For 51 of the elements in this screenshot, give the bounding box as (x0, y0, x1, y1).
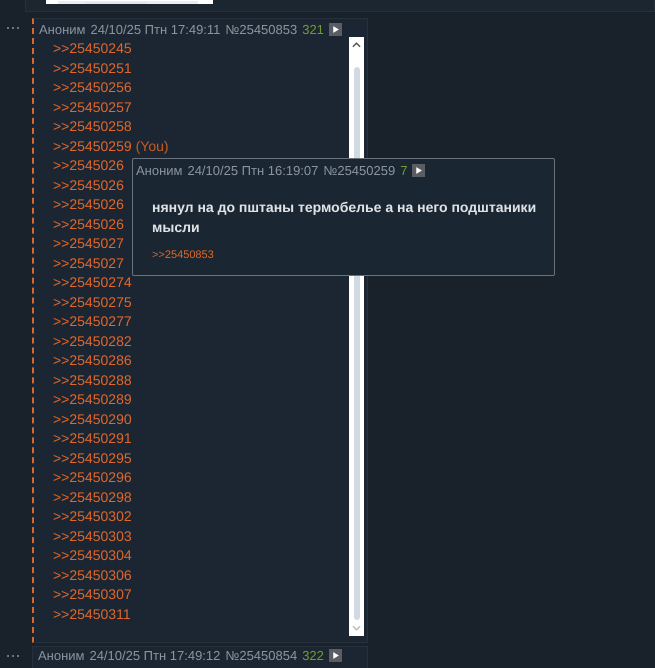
reply-link[interactable]: >>25450290 (53, 410, 132, 426)
reply-link[interactable]: >>25450251 (53, 60, 132, 76)
post-count: 321 (302, 22, 324, 36)
post-number[interactable]: №25450259 (323, 162, 396, 178)
post-number[interactable]: №25450853 (225, 22, 298, 36)
scroll-up-icon[interactable] (352, 42, 361, 48)
you-label: (You) (136, 138, 169, 154)
reply-link[interactable]: >>2545026 (53, 196, 124, 212)
reply-link[interactable]: >>25450275 (53, 294, 132, 310)
reply-link[interactable]: >>25450303 (53, 528, 132, 544)
reply-link[interactable]: >>25450304 (53, 547, 132, 563)
reply-link[interactable]: >>25450298 (53, 488, 132, 504)
post-date: 24/10/25 Птн 16:19:07 (187, 162, 318, 178)
post-count: 7 (400, 162, 408, 178)
more-icon[interactable] (7, 27, 21, 30)
reply-link[interactable]: >>25450289 (53, 391, 132, 407)
reply-link[interactable]: >>25450291 (53, 430, 132, 446)
reply-link[interactable]: >>25450307 (53, 586, 132, 602)
expand-icon[interactable] (328, 22, 342, 36)
reply-link[interactable]: >>25450274 (53, 274, 132, 290)
post-author: Аноним (136, 162, 182, 178)
reply-link[interactable]: >>2545026 (53, 216, 124, 232)
reply-link[interactable]: >>25450257 (53, 98, 132, 114)
reply-link[interactable]: >>25450296 (53, 469, 132, 485)
reply-link[interactable]: >>25450282 (53, 332, 132, 348)
post-count: 322 (302, 648, 324, 662)
more-icon[interactable] (7, 655, 21, 658)
reply-link[interactable]: >>25450288 (53, 372, 132, 388)
reply-link[interactable]: >>2545027 (53, 235, 124, 251)
reply-link[interactable]: >>25450295 (53, 450, 132, 466)
reply-link[interactable]: >>25450245 (53, 40, 132, 56)
post-author: Аноним (38, 648, 84, 662)
reply-link[interactable]: >>25450306 (53, 566, 132, 582)
post-date: 24/10/25 Птн 17:49:12 (89, 648, 220, 662)
post-text: нянул на до пштаны термобелье а на него подштаники мысли (151, 198, 538, 237)
reply-link[interactable]: >>2545026 (53, 157, 124, 173)
post-date: 24/10/25 Птн 17:49:11 (90, 22, 220, 36)
reply-link[interactable]: >>2545026 (53, 176, 124, 192)
post-number[interactable]: №25450854 (225, 648, 298, 662)
reply-link[interactable]: >>25450311 (53, 606, 131, 622)
reply-link[interactable]: >>25450256 (53, 79, 132, 95)
reply-link[interactable]: >>2545027 (53, 254, 124, 270)
expand-icon[interactable] (412, 164, 426, 176)
backlink[interactable]: >>25450853 (152, 249, 214, 261)
reply-link[interactable]: >>25450259 (53, 138, 132, 154)
expand-icon[interactable] (328, 648, 342, 662)
reply-link[interactable]: >>25450258 (53, 118, 132, 134)
reply-link[interactable]: >>25450302 (53, 508, 132, 524)
post-author: Аноним (39, 22, 86, 36)
reply-link[interactable]: >>25450286 (53, 352, 132, 368)
reply-link[interactable]: >>25450277 (53, 313, 132, 329)
